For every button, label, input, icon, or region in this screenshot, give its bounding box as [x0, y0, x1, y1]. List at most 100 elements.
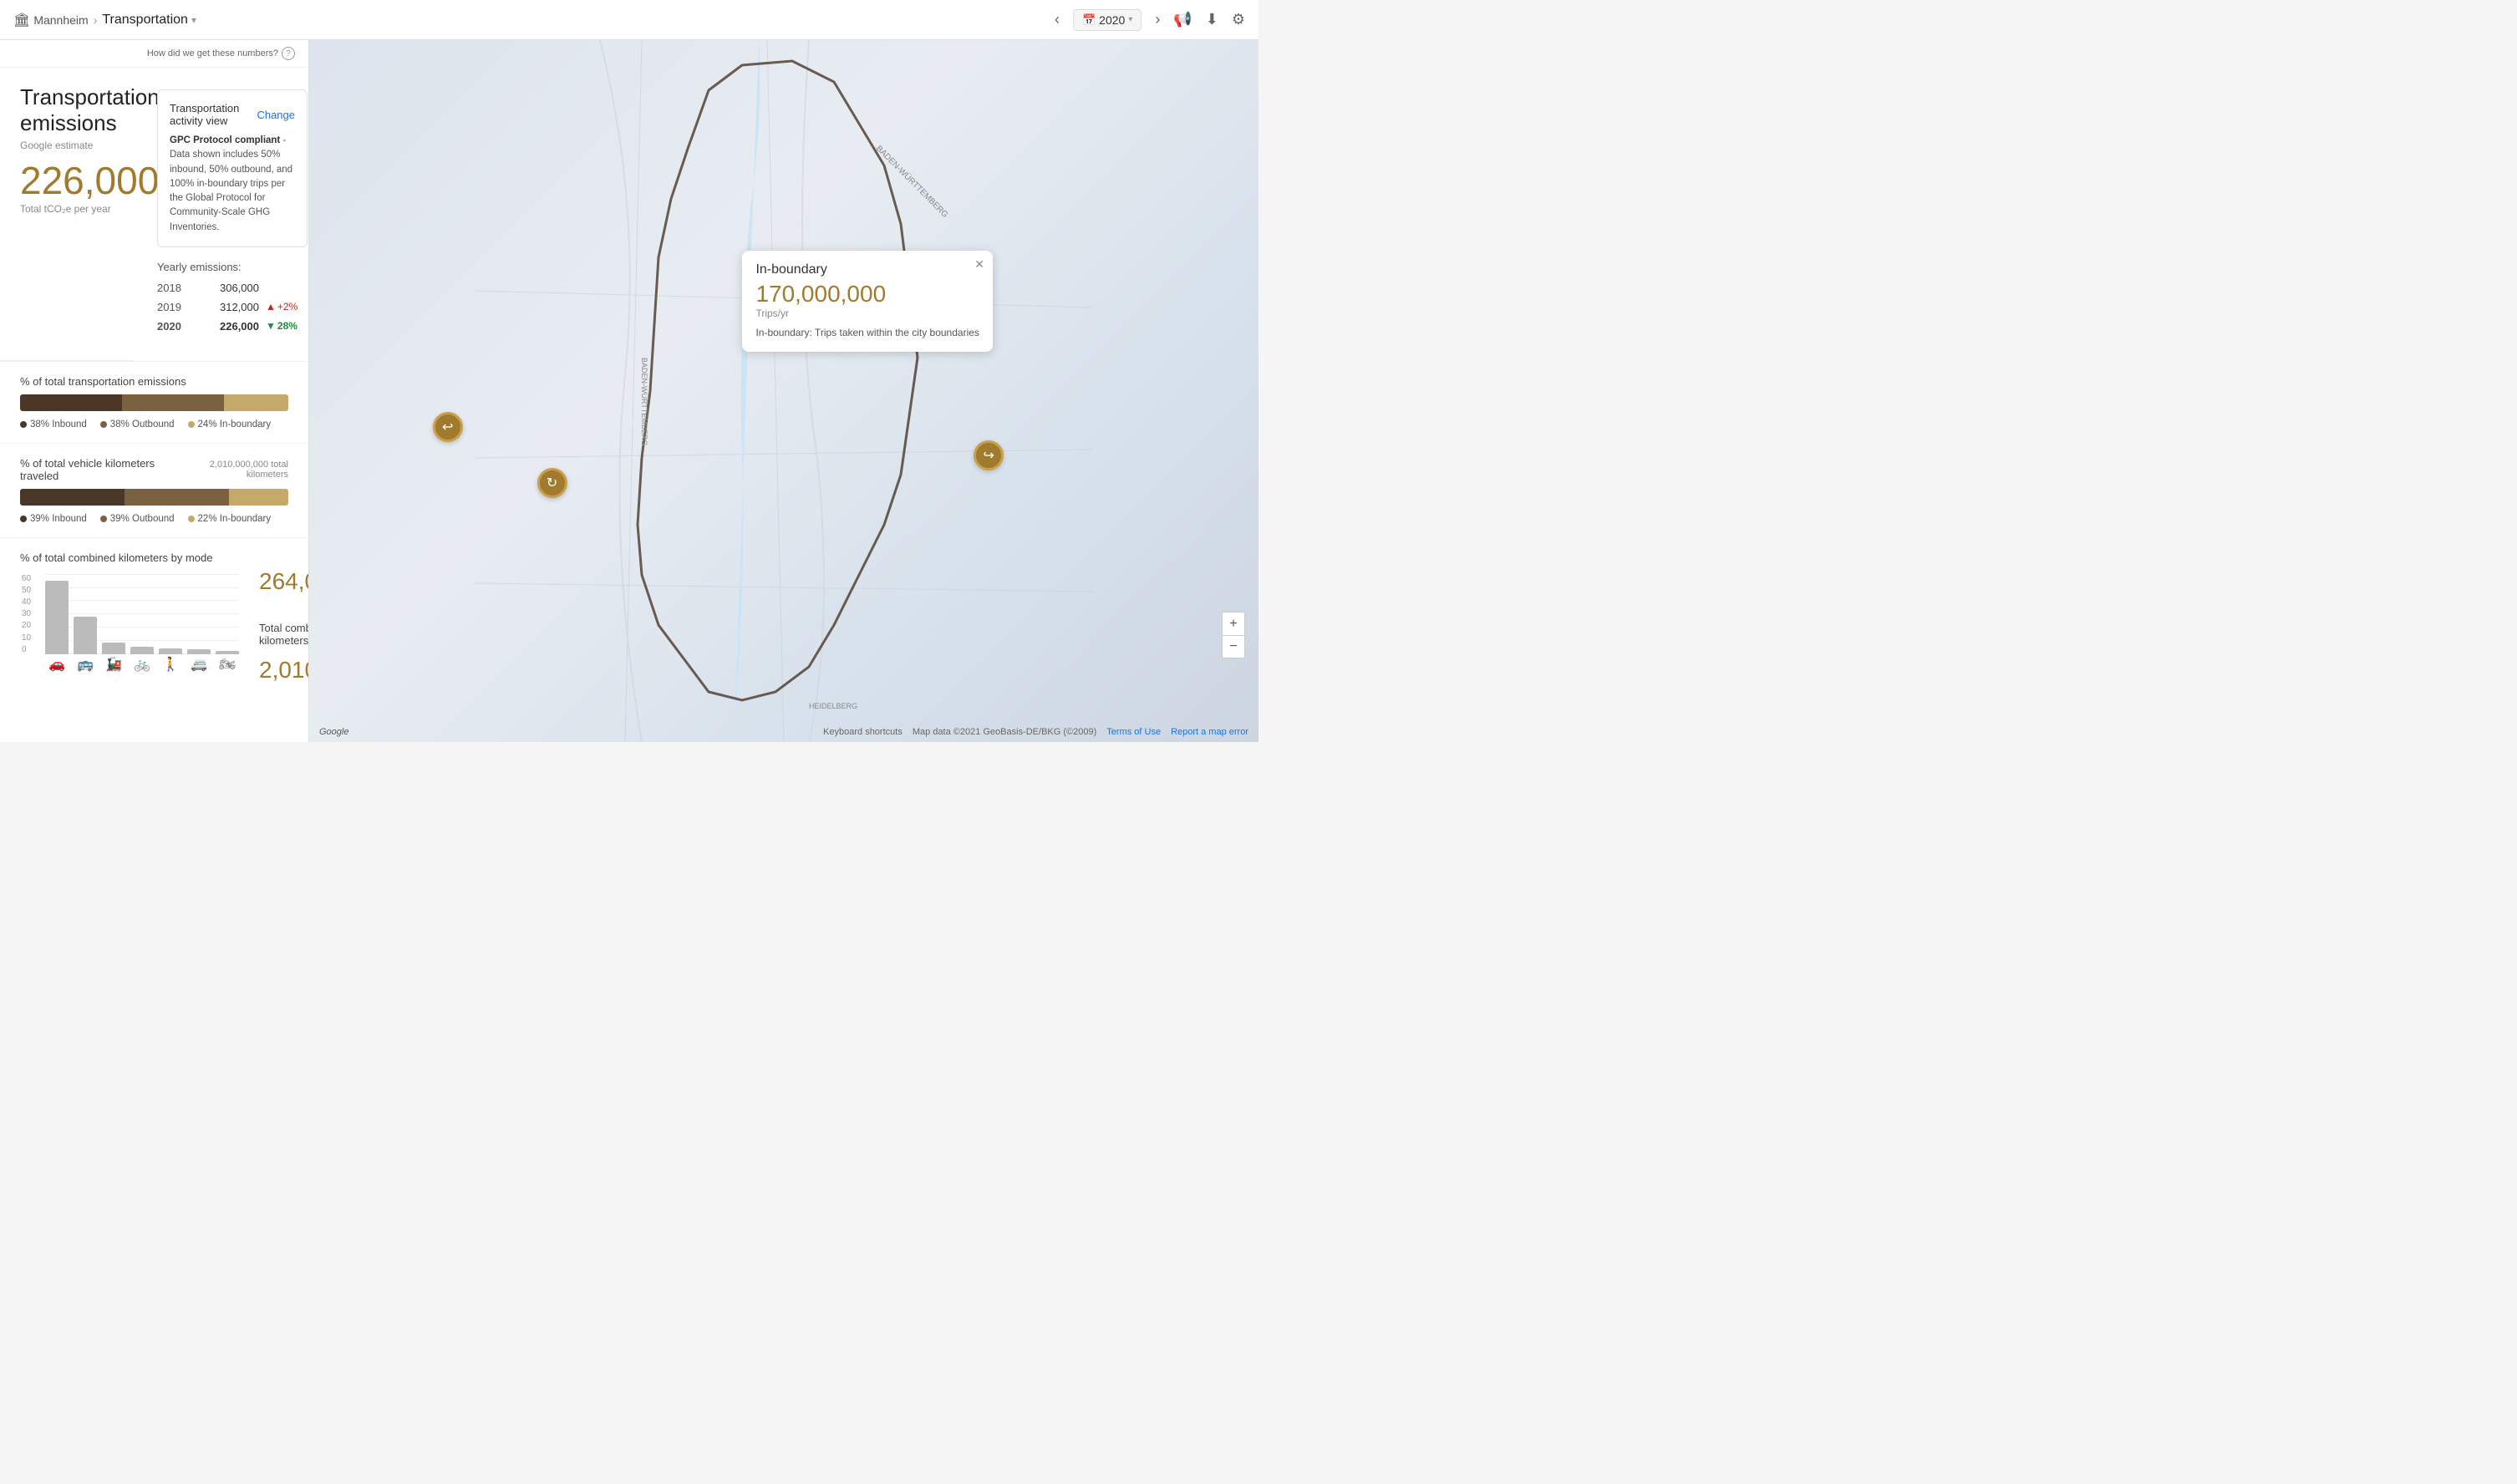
vkm-outbound-dot — [100, 516, 107, 522]
vkm-inboundary-label: 22% In-boundary — [198, 514, 272, 524]
chart-right-stats: 264,000,000 Total combined vehicle kilom… — [259, 551, 309, 690]
inbound-bar — [20, 394, 122, 411]
bar-bus-icon: 🚌 — [77, 656, 94, 673]
map-attribution: Google — [319, 727, 348, 737]
city-label: Mannheim — [33, 13, 88, 27]
zoom-out-button[interactable]: − — [1222, 635, 1245, 658]
legend-inboundary: 24% In-boundary — [188, 419, 272, 429]
activity-card: Transportation activity view Change GPC … — [157, 89, 308, 247]
road-network — [475, 40, 1093, 742]
bar-bike: 🚲 — [130, 647, 154, 654]
year-selector[interactable]: 📅 2020 ▾ — [1073, 9, 1142, 31]
vkm-legend-outbound: 39% Outbound — [100, 514, 175, 524]
activity-card-area: Transportation activity view Change GPC … — [134, 68, 309, 361]
question-icon: ? — [282, 47, 295, 60]
y-0: 0 — [22, 645, 31, 654]
next-year-button[interactable]: › — [1155, 11, 1160, 28]
change-2020: ▼ 28% — [266, 320, 308, 332]
outbound-marker[interactable]: ↪ — [974, 440, 1004, 470]
region-label-w: BADEN-WÜRTTEMBERG — [640, 358, 648, 445]
map-data-label: Map data ©2021 GeoBasis-DE/BKG (©2009) — [913, 727, 1096, 737]
header-left: 🏛 Mannheim › Transportation ▾ — [13, 12, 196, 28]
emissions-title: Transportation emissions — [20, 84, 114, 136]
activity-card-header: Transportation activity view Change — [170, 102, 295, 127]
bar-moto: 🏍 — [216, 651, 239, 654]
emissions-value: 226,000 — [20, 161, 114, 200]
change-button[interactable]: Change — [257, 109, 295, 121]
settings-button[interactable]: ⚙ — [1232, 11, 1245, 28]
dropdown-chevron-icon: ▾ — [191, 14, 196, 26]
inbound-marker[interactable]: ↩ — [433, 412, 463, 442]
inboundary-arrow-icon: ↻ — [547, 475, 557, 491]
vkm-inboundary-bar — [229, 489, 288, 506]
breadcrumb-city[interactable]: 🏛 Mannheim — [13, 12, 89, 28]
inboundary-marker[interactable]: ↻ — [537, 468, 567, 498]
vkm-inbound-dot — [20, 516, 27, 522]
map-panel: BADEN-WÜRTTEMBERG BADEN-WÜRTTEMBERG HEID… — [309, 40, 1258, 742]
value-2020: 226,000 — [201, 320, 259, 333]
vehicle-km-section: % of total vehicle kilometers traveled 2… — [0, 444, 308, 538]
transport-emissions-bar — [20, 394, 288, 411]
bar-walk: 🚶 — [159, 648, 182, 654]
tooltip-close-button[interactable]: ✕ — [974, 257, 984, 272]
vehicle-km-title: % of total vehicle kilometers traveled — [20, 457, 178, 482]
city-boundary-path — [638, 61, 918, 700]
inboundary-bar — [224, 394, 288, 411]
value-2019: 312,000 — [201, 301, 259, 313]
zoom-controls: + − — [1222, 612, 1245, 658]
mode-chart-area: % of total combined kilometers by mode 6… — [20, 551, 239, 690]
report-link[interactable]: Report a map error — [1171, 727, 1248, 737]
inbound-dot — [20, 421, 27, 428]
outbound-bar — [122, 394, 224, 411]
yearly-emissions-section: Yearly emissions: 2018 306,000 20 — [144, 247, 309, 353]
tooltip-unit: Trips/yr — [755, 307, 979, 319]
header-right: ‹ 📅 2020 ▾ › 📢 ⬇ ⚙ — [1055, 9, 1245, 31]
map-footer-links: Keyboard shortcuts Map data ©2021 GeoBas… — [823, 727, 1248, 737]
notifications-button[interactable]: 📢 — [1173, 11, 1192, 28]
terms-link[interactable]: Terms of Use — [1106, 727, 1161, 737]
breadcrumb-current-page[interactable]: Transportation ▾ — [102, 13, 196, 28]
arrow-up-icon: ▲ — [266, 301, 276, 313]
emissions-section: Transportation emissions Google estimate… — [0, 68, 134, 361]
zoom-in-button[interactable]: + — [1222, 612, 1245, 635]
transport-emissions-title: % of total transportation emissions — [20, 375, 288, 388]
region-label-ne: BADEN-WÜRTTEMBERG — [874, 144, 950, 220]
bar-van: 🚐 — [187, 649, 211, 654]
yearly-row-2019: 2019 312,000 ▲ +2% — [157, 301, 308, 313]
inbound-label: 38% Inbound — [30, 419, 87, 429]
question-label[interactable]: How did we get these numbers? — [147, 48, 278, 58]
download-button[interactable]: ⬇ — [1206, 11, 1218, 28]
vkt-title-text: Total combined vehicle kilometers travel… — [259, 622, 309, 647]
bar-van-icon: 🚐 — [191, 656, 207, 673]
tooltip-value: 170,000,000 — [755, 281, 979, 307]
prev-year-button[interactable]: ‹ — [1055, 11, 1060, 28]
outbound-dot — [100, 421, 107, 428]
tooltip-title: In-boundary — [755, 262, 979, 277]
legend-outbound: 38% Outbound — [100, 419, 175, 429]
bar-chart-inner: 🚗 🚌 🚂 🚲 🚶 — [45, 574, 239, 674]
vkm-inboundary-dot — [188, 516, 195, 522]
chart-section: % of total combined kilometers by mode 6… — [0, 538, 308, 704]
breadcrumb: 🏛 Mannheim › Transportation ▾ — [13, 12, 196, 28]
vkm-outbound-bar — [125, 489, 229, 506]
year-label: 2020 — [1099, 13, 1125, 27]
change-2020-value: 28% — [277, 320, 297, 332]
y-40: 40 — [22, 597, 31, 607]
vkm-legend-inbound: 39% Inbound — [20, 514, 87, 524]
inboundary-label: 24% In-boundary — [198, 419, 272, 429]
vkt-value: 2,010,000,000 — [259, 657, 309, 684]
mode-bar-chart: 60 50 40 30 20 10 0 — [20, 574, 239, 674]
keyboard-shortcuts-link[interactable]: Keyboard shortcuts — [823, 727, 903, 737]
vkm-inbound-bar — [20, 489, 125, 506]
change-2019: ▲ +2% — [266, 301, 308, 313]
google-attribution: Google — [319, 727, 348, 737]
page-title: Transportation — [102, 13, 188, 28]
inbound-arrow-icon: ↩ — [442, 419, 453, 435]
trips-value: 264,000,000 — [259, 568, 309, 595]
map-footer: Google Keyboard shortcuts Map data ©2021… — [309, 722, 1258, 742]
yearly-title: Yearly emissions: — [157, 261, 308, 273]
transport-emissions-legend: 38% Inbound 38% Outbound 24% In-boundary — [20, 419, 288, 429]
y-10: 10 — [22, 633, 31, 643]
change-2019-value: +2% — [277, 301, 297, 313]
vkt-title: Total combined vehicle kilometers travel… — [259, 622, 309, 647]
